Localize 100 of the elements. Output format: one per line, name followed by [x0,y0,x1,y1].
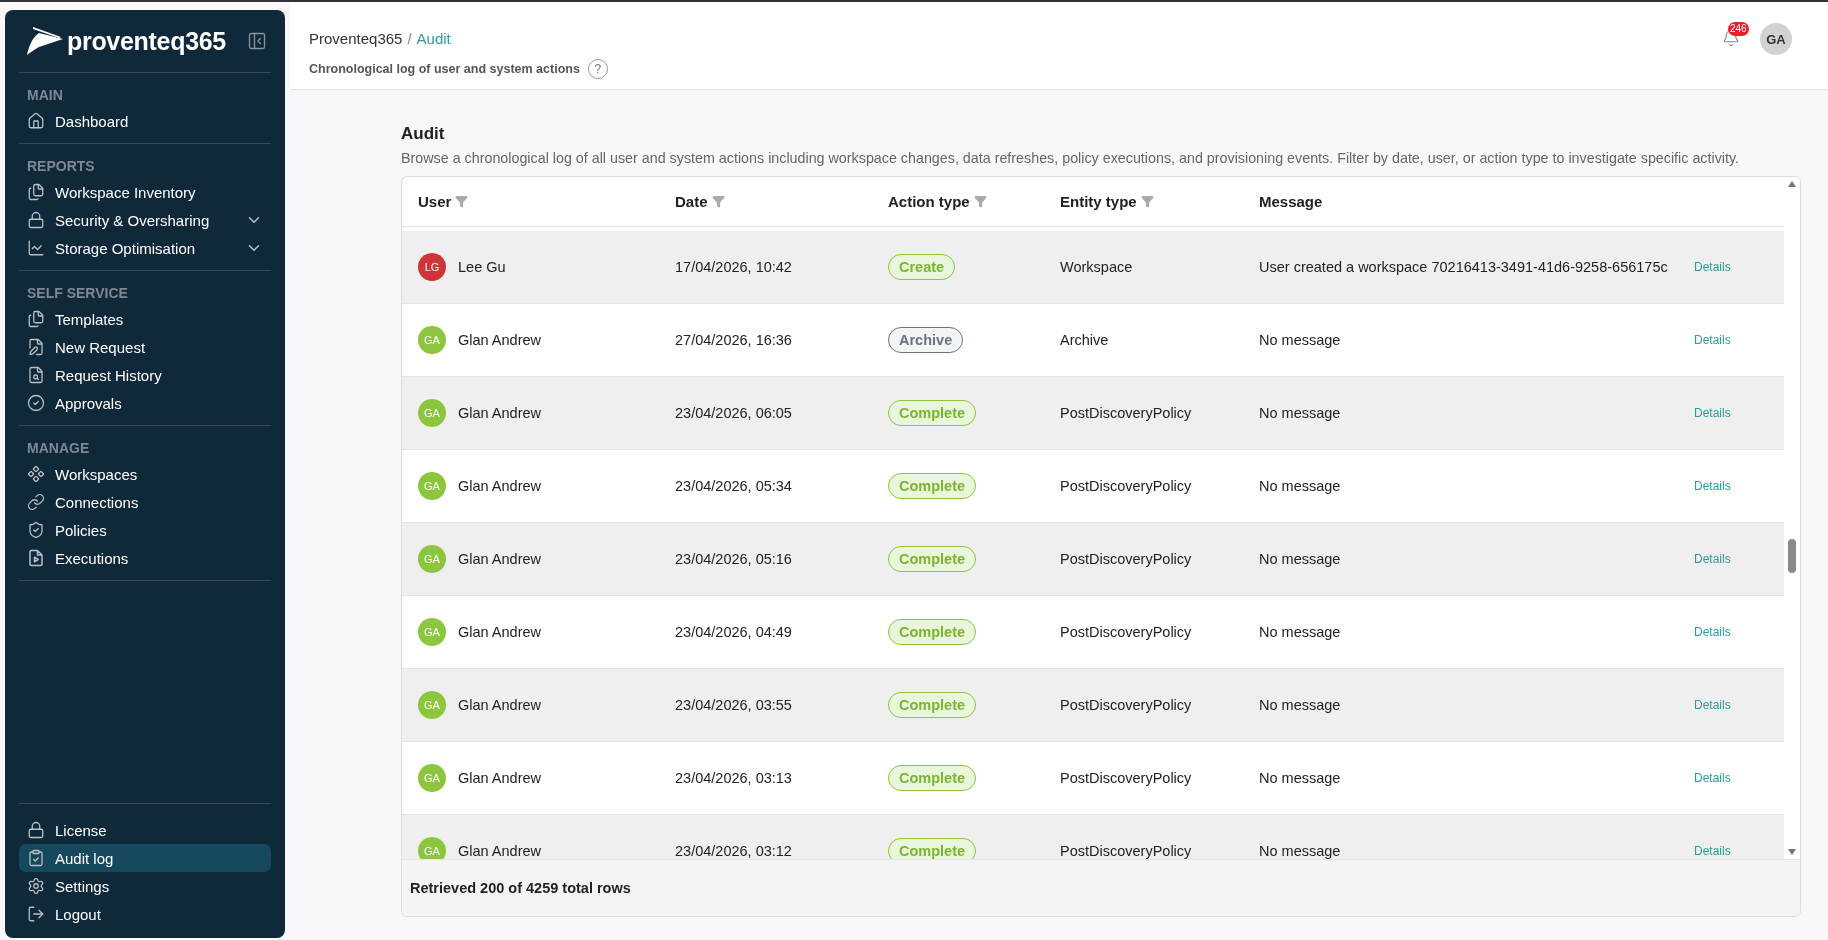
user-avatar: GA [418,326,446,354]
table-cell-text: No message [1259,843,1342,859]
nav-item[interactable]: Executions [19,544,271,572]
nav-item[interactable]: Approvals [19,389,271,417]
table-cell: Glan Andrew [458,478,542,494]
table-cell-text: 27/04/2026, 16:36 [675,332,793,348]
nav-item[interactable]: Dashboard [19,107,271,135]
nav-item[interactable]: Workspace Inventory [19,178,271,206]
table-cell-text: No message [1259,551,1342,567]
logout-icon [27,905,45,923]
shield-check-icon [27,521,45,539]
breadcrumb-item[interactable]: Proventeq365 [309,30,403,47]
table-cell-text: 23/04/2026, 05:16 [675,551,793,567]
user-avatar: GA [418,691,446,719]
check-circle-icon [27,394,45,412]
nav-item[interactable]: Policies [19,516,271,544]
table-cell-text: No message [1259,624,1342,640]
nav-item[interactable]: New Request [19,333,271,361]
nav-item[interactable]: Storage Optimisation [19,234,271,262]
line-chart-icon [27,239,45,257]
table-cell-text: No message [1259,770,1342,786]
nav-item[interactable]: Templates [19,305,271,333]
file-play-icon [27,549,45,567]
section-title: SELF SERVICE [26,285,129,303]
section-title: MANAGE [26,440,91,458]
nav-item[interactable]: Request History [19,361,271,389]
nav-item[interactable]: Security & Oversharing [19,206,271,234]
column-header[interactable]: Action type [888,193,987,210]
table-cell-text: PostDiscoveryPolicy [1060,624,1193,640]
table-cell-text: Archive [1060,332,1110,348]
filter-icon[interactable] [455,195,469,208]
table-cell-text: 23/04/2026, 03:13 [675,770,793,786]
nav-item[interactable]: Workspaces [19,460,271,488]
table-cell-text: 23/04/2026, 05:34 [675,478,793,494]
table-cell: Glan Andrew [458,697,542,713]
clipboard-check-icon [27,849,45,867]
user-avatar: GA [418,545,446,573]
table-cell-text: No message [1259,405,1342,421]
collapse-sidebar-icon[interactable] [247,31,267,51]
page-title: Audit [401,124,446,144]
lock-icon [27,821,45,839]
lock-icon [27,211,45,229]
table-cell-text: 23/04/2026, 04:49 [675,624,793,640]
user-avatar: LG [418,253,446,281]
section-title: REPORTS [26,158,96,176]
nav-item[interactable]: License [19,816,271,844]
link-icon [27,493,45,511]
column-header[interactable]: Date [675,193,725,210]
status-badge: Archive [888,327,964,353]
table-cell-text: No message [1259,697,1342,713]
table-cell-text: No message [1259,332,1342,348]
diamonds-icon [27,465,45,483]
filter-icon[interactable] [711,195,725,208]
table-cell-text: 23/04/2026, 03:55 [675,697,793,713]
home-icon [27,112,45,130]
status-badge: Complete [888,473,977,499]
status-badge: Complete [888,765,977,791]
status-badge: Complete [888,692,977,718]
table-cell: Glan Andrew [458,624,542,640]
table-cell: Glan Andrew [458,405,542,421]
table-cell-text: PostDiscoveryPolicy [1060,770,1193,786]
column-header[interactable]: Entity type [1060,193,1154,210]
table-cell-text: No message [1259,478,1342,494]
status-badge: Complete [888,400,977,426]
table-cell: Glan Andrew [458,843,542,859]
file-search-icon [27,366,45,384]
settings-icon [27,877,45,895]
table-cell: Glan Andrew [458,770,542,786]
nav-item[interactable]: Settings [19,872,271,900]
table-cell-text: PostDiscoveryPolicy [1060,478,1193,494]
section-title: MAIN [26,87,64,105]
column-header[interactable]: User [418,193,469,210]
table-cell-text: PostDiscoveryPolicy [1060,405,1193,421]
table-cell-text: PostDiscoveryPolicy [1060,843,1193,859]
user-avatar[interactable]: GA [1760,23,1792,55]
logo-icon [25,25,65,57]
row-count-text: Retrieved 200 of 4259 total rows [410,880,631,896]
user-avatar: GA [418,472,446,500]
page-subtitle: Chronological log of user and system actions [309,62,580,76]
table-cell: Lee Gu [458,259,506,275]
status-badge: Complete [888,546,977,572]
filter-icon[interactable] [973,195,987,208]
nav-item[interactable]: Logout [19,900,271,928]
documents-icon [27,183,45,201]
filter-icon[interactable] [1140,195,1154,208]
table-cell-text: Workspace [1060,259,1134,275]
breadcrumb-separator: / [407,30,412,47]
table-cell: Glan Andrew [458,551,542,567]
table-cell-text: PostDiscoveryPolicy [1060,551,1193,567]
status-badge: Complete [888,619,977,645]
notification-count: 246 [1728,22,1749,36]
user-avatar: GA [418,399,446,427]
column-header[interactable]: Message [1259,193,1323,210]
nav-item[interactable]: Audit log [19,844,271,872]
documents-icon [27,310,45,328]
user-avatar: GA [418,764,446,792]
nav-item[interactable]: Connections [19,488,271,516]
page-description: Browse a chronological log of all user and system actions including workspace changes, data refreshes, policy executions, and provisioning events. Filter by date, user, or action type to investigate specific activity. [401,150,1740,166]
table-cell-text: 23/04/2026, 06:05 [675,405,793,421]
table-cell-text: PostDiscoveryPolicy [1060,697,1193,713]
